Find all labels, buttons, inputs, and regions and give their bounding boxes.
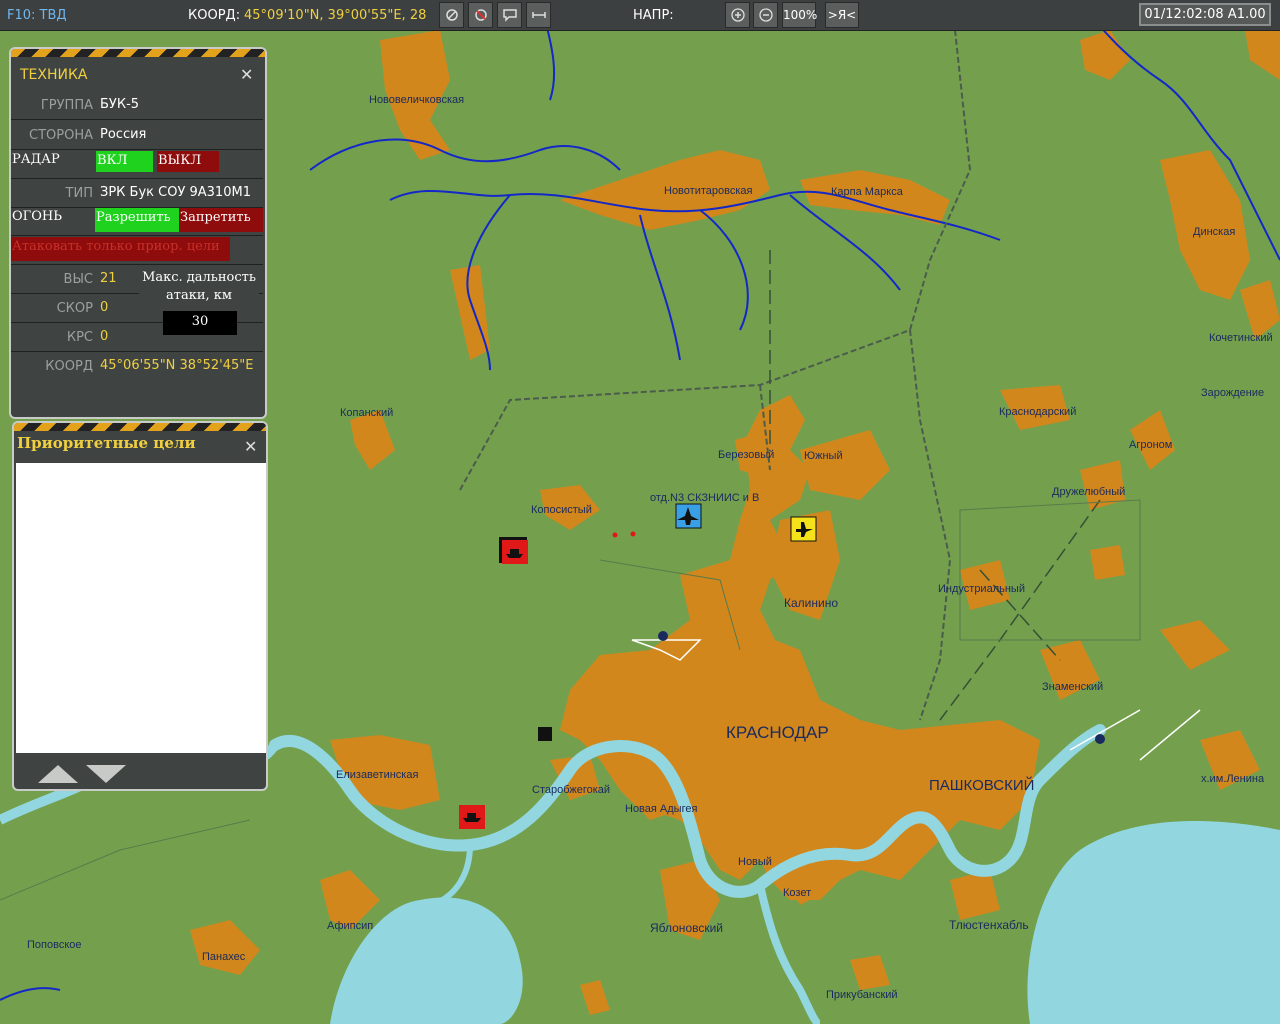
map-label-karpa-marksa: Карпа Маркса (831, 186, 903, 198)
map-label-kh-lenina: х.им.Ленина (1201, 773, 1265, 785)
targets-list[interactable] (16, 463, 266, 753)
map-label-otd-n3: отд.N3 СКЗНИИС и В (650, 492, 760, 504)
unit-red-dot-2 (630, 531, 636, 537)
radar-off-button[interactable]: ВЫКЛ (157, 151, 219, 172)
map-label-krasnodarsky: Краснодарский (999, 406, 1077, 418)
zoom-in-icon[interactable] (725, 2, 750, 28)
satellite-off-icon[interactable] (468, 2, 493, 28)
vehicle-info-panel: ТЕХНИКА ✕ ГРУППА БУК-5 СТОРОНА Россия РА… (9, 47, 267, 419)
map-label-zarozhdenie: Зарождение (1201, 387, 1265, 399)
comment-icon[interactable] (497, 2, 522, 28)
altitude-value: 21 (100, 271, 117, 286)
zoom-level-display[interactable]: 100% (782, 2, 817, 28)
map-label-znamensky: Знаменский (1042, 681, 1104, 693)
scroll-up-arrow-icon[interactable] (38, 765, 78, 783)
priority-targets-panel: Приоритетные цели ✕ (12, 421, 268, 791)
map-label-kochetinsky: Кочетинский (1209, 332, 1273, 344)
fire-label: ОГОНЬ (12, 209, 63, 224)
speed-label: СКОР (56, 301, 93, 316)
unit-red-tank-2[interactable] (459, 805, 485, 829)
course-label: КРС (66, 330, 93, 345)
mission-time-display: 01/12:02:08 A1.00 (1139, 3, 1271, 26)
unit-blue-fighter[interactable] (675, 503, 702, 529)
map-label-krasnodar: КРАСНОДАР (726, 723, 829, 742)
zoom-out-icon[interactable] (753, 2, 778, 28)
unit-yellow-fighter[interactable] (790, 516, 817, 542)
close-icon[interactable]: ✕ (240, 65, 253, 84)
map-label-druzhelyubny: Дружелюбный (1052, 486, 1126, 498)
map-label-afipsip: Афипсип (327, 920, 374, 932)
map-label-dinskaya: Динская (1193, 226, 1236, 238)
coord-value: 45°06'55"N 38°52'45"E (100, 358, 254, 373)
attack-priority-only-button[interactable]: Атаковать только приор. цели (11, 237, 230, 261)
row-side: СТОРОНА Россия (11, 121, 263, 150)
type-value: ЗРК Бук СОУ 9А310М1 (100, 185, 251, 200)
row-group: ГРУППА БУК-5 (11, 91, 263, 120)
row-radar: РАДАР ВКЛ ВЫКЛ (11, 150, 263, 179)
top-toolbar: F10: ТВД КООРД: 45°09'10"N, 39°00'55"E, … (0, 0, 1280, 31)
close-icon[interactable]: ✕ (244, 437, 257, 456)
airfield-west-icon (658, 631, 668, 641)
unit-red-dot-1 (612, 532, 618, 538)
fire-allow-button[interactable]: Разрешить (95, 208, 179, 232)
side-label: СТОРОНА (29, 128, 93, 143)
map-label-novotitarovskaya: Новотитаровская (664, 185, 753, 197)
unit-red-tank-1[interactable] (499, 537, 528, 564)
map-label-industrialny: Индустриальный (938, 583, 1025, 595)
panel-hazard-stripe (11, 49, 265, 57)
map-label-tlyustenkhabl: Тлюстенхабль (949, 918, 1029, 932)
group-value: БУК-5 (100, 97, 140, 112)
urban-east-1 (1090, 545, 1125, 580)
altitude-label: ВЫС (63, 272, 93, 287)
map-label-koposisty: Копосистый (531, 504, 592, 516)
map-label-popovskoe: Поповское (27, 939, 82, 951)
ruler-icon[interactable] (526, 2, 551, 28)
panel-hazard-stripe (14, 423, 266, 431)
map-label-novy: Новый (738, 856, 772, 868)
satellite-icon[interactable] (439, 2, 464, 28)
map-label-novovelichkovskaya: Нововеличковская (369, 94, 465, 106)
map-label-starobzhegokai: Старобжегокай (532, 784, 611, 796)
map-label-agronom: Агроном (1129, 439, 1173, 451)
map-label-kopansky: Копанский (340, 407, 394, 419)
cursor-coord-value: 45°09'10"N, 39°00'55"E, 28 (244, 8, 427, 23)
scroll-down-arrow-icon[interactable] (86, 765, 126, 783)
map-label-yablonovsky: Яблоновский (650, 921, 724, 935)
row-coord: КООРД 45°06'55"N 38°52'45"E (11, 352, 263, 380)
targets-panel-title: Приоритетные цели (17, 434, 196, 452)
course-value: 0 (100, 329, 109, 344)
row-type: ТИП ЗРК Бук СОУ 9А310М1 (11, 179, 263, 208)
max-range-label: Макс. дальность атаки, км (139, 269, 259, 305)
cursor-coord-label: КООРД: (188, 8, 241, 23)
radar-on-button[interactable]: ВКЛ (96, 151, 153, 172)
fire-deny-button[interactable]: Запретить (179, 208, 263, 232)
max-range-input[interactable]: 30 (163, 311, 237, 335)
airfield-east-icon (1095, 734, 1105, 744)
coord-label: КООРД (45, 359, 93, 374)
map-label-prikubansky: Прикубанский (826, 989, 898, 1001)
map-label-yuzhny: Южный (804, 450, 843, 462)
map-label-kalinino: Калинино (784, 596, 838, 610)
map-label-novaya-adygeya: Новая Адыгея (625, 803, 698, 815)
speed-value: 0 (100, 300, 109, 315)
map-label-pashkovsky: ПАШКОВСКИЙ (929, 777, 1035, 794)
unit-black-square[interactable] (538, 727, 552, 741)
row-priority-only: Атаковать только приор. цели (11, 236, 263, 265)
type-label: ТИП (65, 186, 93, 201)
panel-title: ТЕХНИКА (20, 67, 88, 83)
map-label-kozet: Козет (783, 887, 812, 899)
group-label: ГРУППА (40, 98, 93, 113)
map-mode-label: F10: ТВД (7, 8, 67, 23)
map-label-elizavetinskaya: Елизаветинская (336, 769, 419, 781)
center-on-self-button[interactable]: >Я< (825, 2, 859, 28)
map-label-berezovy: Березовый (718, 449, 775, 461)
heading-label: НАПР: (633, 8, 674, 23)
radar-label: РАДАР (12, 152, 60, 167)
side-value: Россия (100, 127, 147, 142)
row-fire: ОГОНЬ Разрешить Запретить (11, 207, 263, 236)
map-label-panakhes: Панахес (202, 951, 246, 963)
